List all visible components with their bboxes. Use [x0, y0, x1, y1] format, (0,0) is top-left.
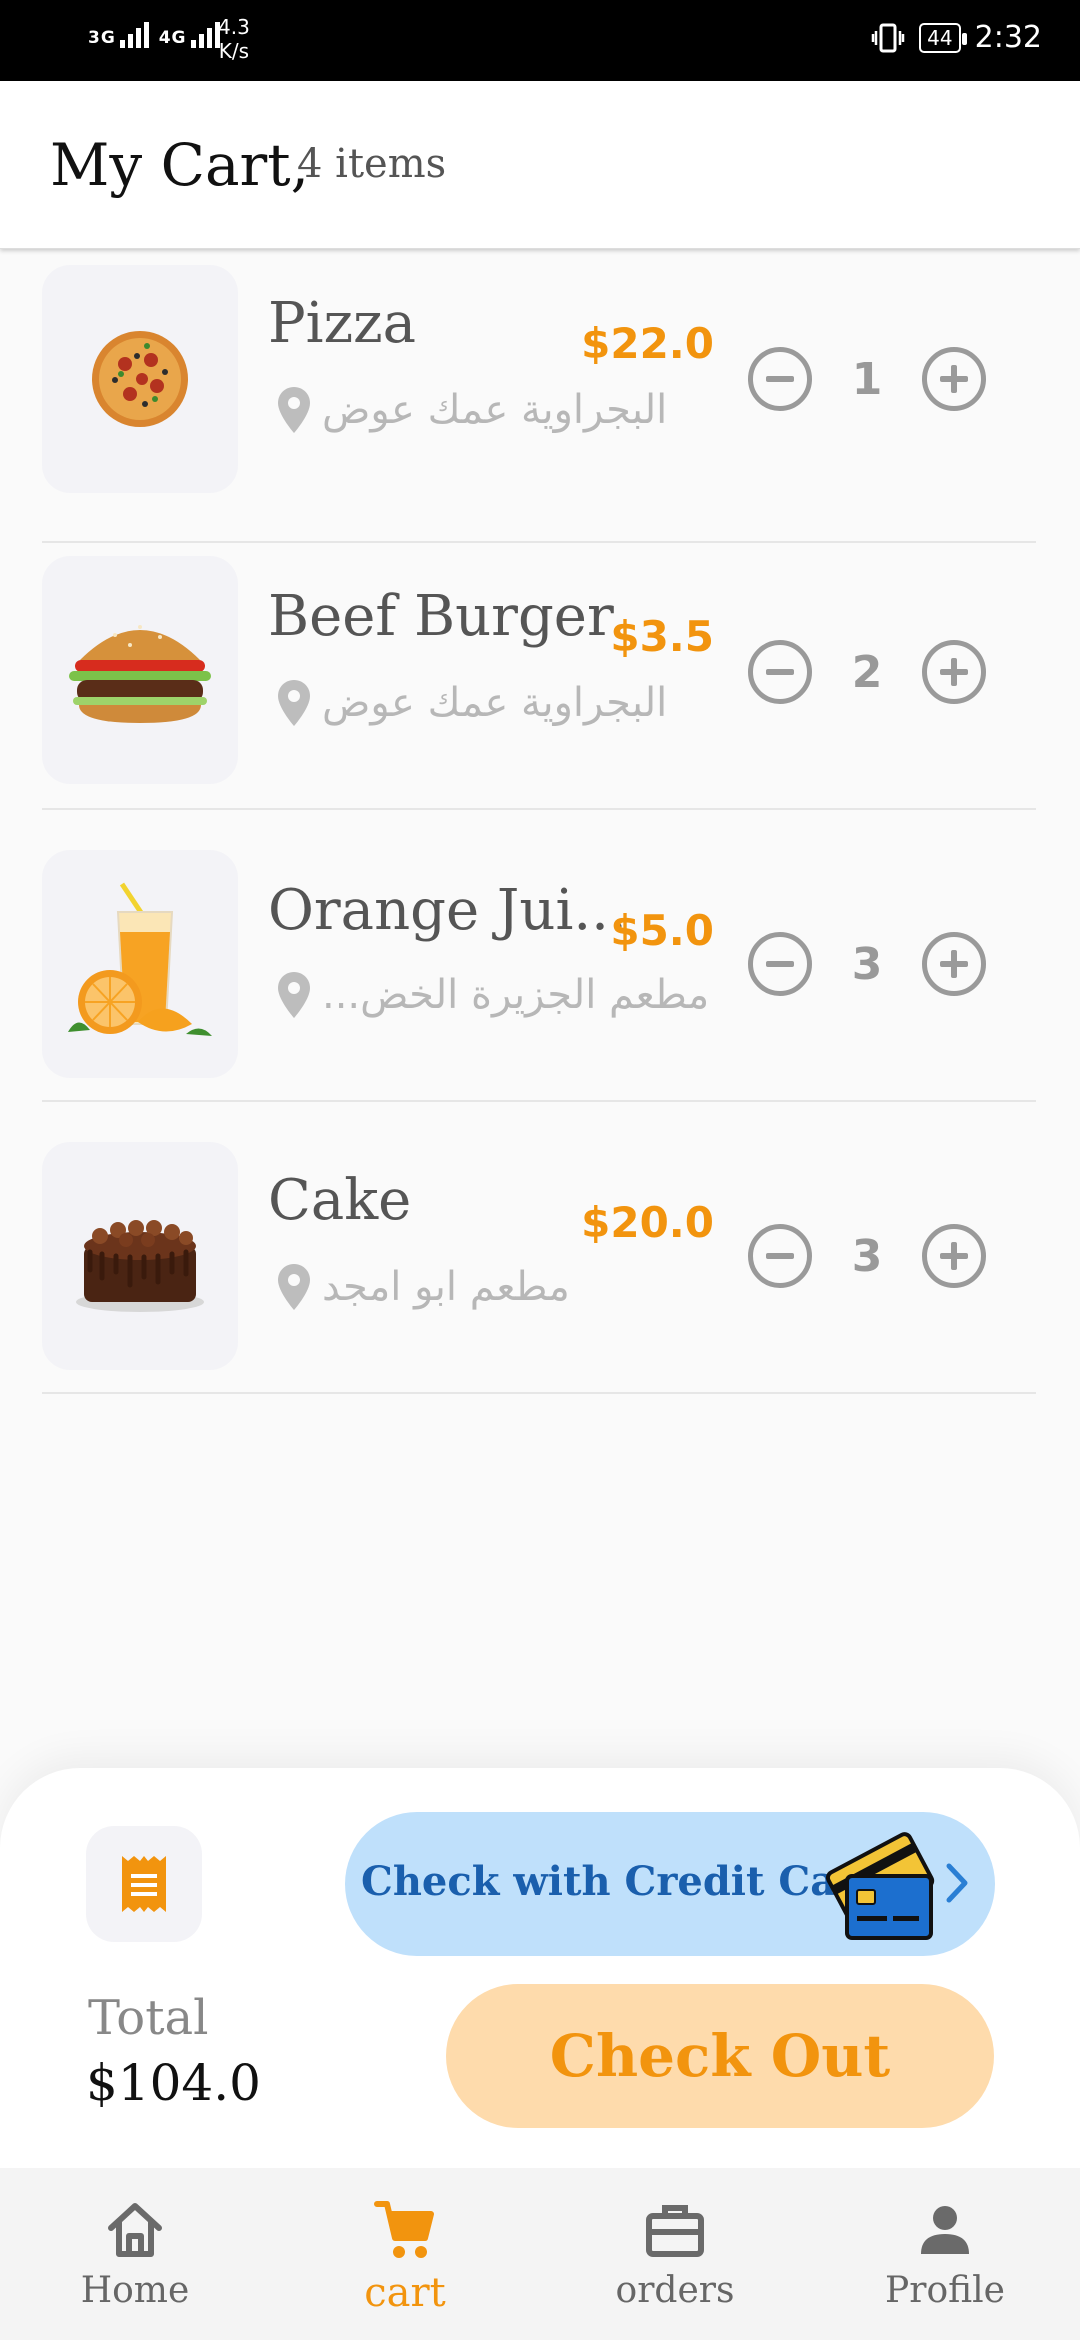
credit-cards-icon: [825, 1832, 935, 1940]
location-text: مطعم الجزيرة الخض...: [322, 972, 710, 1018]
signal-bars-icon: [119, 22, 152, 48]
location-text: البجراوية عمك عوض: [322, 680, 668, 726]
quantity-stepper: 2: [748, 640, 986, 704]
briefcase-icon: [646, 2205, 704, 2257]
location-text: مطعم ابو امجد: [322, 1264, 570, 1310]
credit-card-label: Check with Credit Card: [361, 1858, 886, 1905]
increase-button[interactable]: [922, 932, 986, 996]
item-location: مطعم الجزيرة الخض...: [276, 970, 709, 1020]
item-name: Pizza: [268, 291, 416, 356]
item-location: البجراوية عمك عوض: [276, 678, 667, 728]
cart-icon: [374, 2201, 434, 2258]
nav-label: Home: [80, 2270, 190, 2311]
credit-card-button[interactable]: Check with Credit Card: [345, 1812, 995, 1956]
quantity-value: 3: [851, 1230, 883, 1282]
nav-item-cart[interactable]: cart: [270, 2168, 540, 2340]
total-label: Total: [88, 1990, 209, 2046]
speed-value: 4.3: [218, 15, 250, 39]
total-value: $104.0: [86, 2054, 261, 2112]
quantity-stepper: 3: [748, 932, 986, 996]
decrease-button[interactable]: [748, 347, 812, 411]
cart-item[interactable]: Orange Jui... $5.0 مطعم الجزيرة الخض... …: [42, 810, 1036, 1102]
item-name: Beef Burger: [268, 584, 614, 649]
increase-button[interactable]: [922, 347, 986, 411]
location-text: البجراوية عمك عوض: [322, 387, 668, 433]
person-icon: [921, 2206, 969, 2254]
cart-item[interactable]: Pizza $22.0 البجراوية عمك عوض 1: [42, 251, 1036, 543]
status-right: 44 2:32: [871, 20, 1042, 55]
nav-label: Profile: [885, 2270, 1005, 2311]
receipt-icon: [122, 1856, 166, 1912]
nav-item-profile[interactable]: Profile: [810, 2168, 1080, 2340]
page-title: My Cart,: [50, 131, 310, 199]
battery-icon: 44: [919, 22, 968, 53]
decrease-button[interactable]: [748, 1224, 812, 1288]
network-type-1: 3G: [88, 28, 116, 48]
nav-item-home[interactable]: Home: [0, 2168, 270, 2340]
receipt-button[interactable]: [86, 1826, 202, 1942]
decrease-button[interactable]: [748, 932, 812, 996]
app-header: My Cart, 4 items: [0, 81, 1080, 249]
item-price: $3.5: [610, 612, 714, 661]
cart-item[interactable]: Beef Burger $3.5 البجراوية عمك عوض 2: [42, 518, 1036, 810]
item-price: $5.0: [610, 906, 714, 955]
clock: 2:32: [974, 20, 1042, 55]
pizza-image: [42, 265, 238, 493]
quantity-value: 1: [851, 353, 883, 405]
checkout-button[interactable]: Check Out: [446, 1984, 994, 2128]
quantity-value: 3: [851, 938, 883, 990]
vibrate-icon: [871, 23, 905, 52]
quantity-value: 2: [851, 646, 883, 698]
item-location: مطعم ابو امجد: [276, 1262, 570, 1312]
cart-item[interactable]: Cake $20.0 مطعم ابو امجد 3: [42, 1102, 1036, 1394]
chevron-right-icon: [946, 1863, 968, 1903]
bottom-nav: Home cart orders Profile: [0, 2168, 1080, 2340]
network-type-2: 4G: [158, 28, 187, 48]
item-price: $22.0: [581, 319, 714, 368]
speed-unit: K/s: [218, 39, 250, 63]
burger-image: [42, 556, 238, 784]
location-pin-icon: [278, 387, 310, 433]
location-pin-icon: [278, 972, 310, 1018]
location-pin-icon: [278, 680, 310, 726]
item-name: Orange Jui...: [268, 878, 627, 943]
quantity-stepper: 3: [748, 1224, 986, 1288]
nav-item-orders[interactable]: orders: [540, 2168, 810, 2340]
item-location: البجراوية عمك عوض: [276, 385, 667, 435]
location-pin-icon: [278, 1264, 310, 1310]
item-count: 4 items: [297, 141, 447, 187]
item-name: Cake: [268, 1168, 412, 1233]
quantity-stepper: 1: [748, 347, 986, 411]
increase-button[interactable]: [922, 1224, 986, 1288]
nav-label: cart: [364, 2270, 446, 2316]
increase-button[interactable]: [922, 640, 986, 704]
orange-juice-image: [42, 850, 238, 1078]
item-price: $20.0: [581, 1198, 714, 1247]
home-icon: [108, 2203, 162, 2257]
signal-indicator: 3G 4G: [88, 22, 223, 48]
nav-label: orders: [615, 2270, 735, 2311]
status-bar: 3G 4G 4.3 K/s 44 2:32: [0, 0, 1080, 81]
checkout-panel: Check with Credit Card Total $104.0 Chec…: [0, 1768, 1080, 2168]
decrease-button[interactable]: [748, 640, 812, 704]
cake-image: [42, 1142, 238, 1370]
network-speed: 4.3 K/s: [218, 15, 250, 63]
